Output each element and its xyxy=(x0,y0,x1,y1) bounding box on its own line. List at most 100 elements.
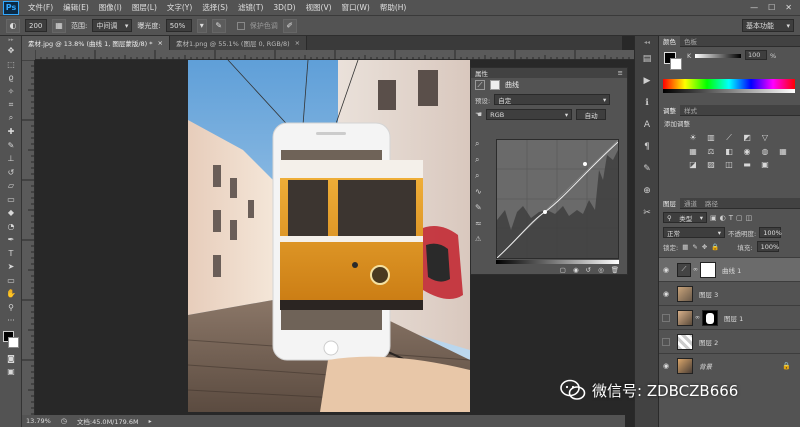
stamp-tool-icon[interactable]: ⊥ xyxy=(0,152,22,166)
dock-collapse-icon[interactable]: ◂◂ xyxy=(635,36,659,48)
layer-name[interactable]: 图层 1 xyxy=(724,313,743,323)
panel-menu-icon[interactable]: ≡ xyxy=(618,69,623,77)
curves-adjustment-icon[interactable]: ⟋ xyxy=(475,80,485,90)
channel-select[interactable]: RGB ▾ xyxy=(486,109,573,120)
path-select-tool-icon[interactable]: ➤ xyxy=(0,260,22,274)
tab-paths[interactable]: 路径 xyxy=(701,198,722,209)
marquee-tool-icon[interactable]: ⬚ xyxy=(0,58,22,72)
menu-select[interactable]: 选择(S) xyxy=(197,2,233,13)
toolbar-grip[interactable]: ▸▸ xyxy=(0,36,22,44)
lasso-tool-icon[interactable]: ϱ xyxy=(0,71,22,85)
workspace-select[interactable]: 基本功能 ▾ xyxy=(742,19,794,32)
healing-tool-icon[interactable]: ✚ xyxy=(0,125,22,139)
reset-icon[interactable]: ↺ xyxy=(586,266,591,274)
layer-row-1[interactable]: ∞ 图层 1 xyxy=(659,305,800,329)
tab-color[interactable]: 颜色 xyxy=(659,35,680,47)
eyedropper-gray-icon[interactable]: ⌕ xyxy=(475,155,491,171)
close-window-button[interactable]: ✕ xyxy=(785,3,792,12)
curves-graph[interactable] xyxy=(496,139,619,259)
threshold-icon[interactable]: ◫ xyxy=(723,160,735,169)
zoom-tool-icon[interactable]: ⚲ xyxy=(0,301,22,315)
pencil-icon[interactable]: ✎ xyxy=(475,203,491,219)
lock-transparent-icon[interactable]: ▦ xyxy=(682,243,688,251)
eyedropper-black-icon[interactable]: ⌕ xyxy=(475,139,491,155)
eyedropper-tool-icon[interactable]: ⌕ xyxy=(0,112,22,126)
pressure-icon[interactable]: ✐ xyxy=(282,18,297,33)
tab-styles[interactable]: 样式 xyxy=(680,105,701,116)
brush-tool-icon[interactable]: ✎ xyxy=(0,139,22,153)
curve-point-icon[interactable]: ∿ xyxy=(475,187,491,203)
filter-type-icon[interactable]: T xyxy=(729,214,733,222)
preset-select[interactable]: 自定 ▾ xyxy=(494,94,611,105)
posterize-icon[interactable]: ▨ xyxy=(705,160,717,169)
brush-size-picker[interactable]: 200 xyxy=(25,19,47,32)
layer-name[interactable]: 背景 xyxy=(699,361,712,371)
eraser-tool-icon[interactable]: ▱ xyxy=(0,179,22,193)
blend-mode-select[interactable]: 正常 ▾ xyxy=(663,227,725,238)
gradient-map-icon[interactable]: ▬ xyxy=(741,160,753,169)
menu-file[interactable]: 文件(F) xyxy=(23,2,58,13)
more-tools-icon[interactable]: ··· xyxy=(0,314,22,328)
lock-all-icon[interactable]: 🔒 xyxy=(711,243,719,251)
actions-panel-icon[interactable]: ▶ xyxy=(635,70,659,92)
channel-mixer-icon[interactable]: ◍ xyxy=(759,147,771,156)
move-tool-icon[interactable]: ✥ xyxy=(0,44,22,58)
hand-tool-icon[interactable]: ✋ xyxy=(0,287,22,301)
eye-hidden-slot[interactable] xyxy=(659,337,673,346)
layer-row-background[interactable]: ◉ 背景 🔒 xyxy=(659,353,800,377)
status-arrow-icon[interactable]: ▸ xyxy=(149,418,152,425)
eyedropper-white-icon[interactable]: ⌕ xyxy=(475,171,491,187)
opacity-input[interactable]: 100% xyxy=(759,227,782,238)
fill-input[interactable]: 100% xyxy=(756,241,779,252)
layer-row-3[interactable]: ◉ 图层 3 xyxy=(659,281,800,305)
eye-icon[interactable]: ◉ xyxy=(659,362,673,370)
tab-adjustments[interactable]: 调整 xyxy=(659,104,680,116)
filter-pixel-icon[interactable]: ▣ xyxy=(710,214,717,222)
background-color[interactable] xyxy=(670,58,682,70)
exposure-icon[interactable]: ◩ xyxy=(741,133,753,143)
type-tool-icon[interactable]: T xyxy=(0,247,22,261)
filter-adjust-icon[interactable]: ◐ xyxy=(720,214,726,222)
gradient-tool-icon[interactable]: ▭ xyxy=(0,193,22,207)
range-select[interactable]: 中间调 ▾ xyxy=(92,19,133,32)
view-previous-icon[interactable]: ◉ xyxy=(573,266,579,274)
protect-tone-checkbox[interactable] xyxy=(236,21,245,30)
history-brush-icon[interactable]: ↺ xyxy=(0,166,22,180)
quick-mask-icon[interactable]: ◙ xyxy=(0,352,22,366)
background-color[interactable] xyxy=(8,336,19,348)
k-slider[interactable] xyxy=(695,54,741,58)
quick-select-tool-icon[interactable]: ✧ xyxy=(0,85,22,99)
selective-color-icon[interactable]: ▣ xyxy=(759,160,771,169)
layer-name[interactable]: 图层 2 xyxy=(699,337,718,347)
menu-edit[interactable]: 编辑(E) xyxy=(58,2,94,13)
tab-document-1[interactable]: 素材.jpg @ 13.8% (曲线 1, 图层蒙版/8) * × xyxy=(22,36,170,50)
brightness-icon[interactable]: ☀ xyxy=(687,133,699,143)
target-adjust-icon[interactable]: ☚ xyxy=(475,110,482,119)
minimize-button[interactable]: — xyxy=(750,3,758,12)
properties-tab[interactable]: 属性 xyxy=(475,68,488,78)
paragraph-panel-icon[interactable]: ¶ xyxy=(635,136,659,158)
menu-layer[interactable]: 图层(L) xyxy=(127,2,162,13)
pen-tool-icon[interactable]: ✒ xyxy=(0,233,22,247)
color-spectrum[interactable] xyxy=(663,79,795,89)
tab-channels[interactable]: 通道 xyxy=(680,198,701,209)
exposure-slider-toggle[interactable]: ▾ xyxy=(196,18,207,33)
color-lookup-icon[interactable]: ▦ xyxy=(777,147,789,156)
color-balance-icon[interactable]: ⚖ xyxy=(705,147,717,156)
layer-mask-thumb[interactable] xyxy=(702,309,718,326)
filter-smart-icon[interactable]: ◫ xyxy=(746,214,753,222)
clip-to-layer-icon[interactable]: ▢ xyxy=(560,266,566,274)
menu-image[interactable]: 图像(I) xyxy=(94,2,127,13)
blur-tool-icon[interactable]: ◆ xyxy=(0,206,22,220)
mask-icon[interactable] xyxy=(490,80,500,90)
k-value-input[interactable]: 100 xyxy=(745,50,767,60)
info-panel-icon[interactable]: ℹ xyxy=(635,92,659,114)
eye-icon[interactable]: ◉ xyxy=(659,266,673,274)
tab-layers[interactable]: 图层 xyxy=(659,197,680,209)
layer-mask-thumb[interactable] xyxy=(700,261,716,278)
character-panel-icon[interactable]: A xyxy=(635,114,659,136)
smooth-icon[interactable]: ≈ xyxy=(475,219,491,235)
close-icon[interactable]: × xyxy=(158,39,163,47)
vibrance-icon[interactable]: ▽ xyxy=(759,133,771,143)
lock-position-icon[interactable]: ✥ xyxy=(702,243,707,251)
